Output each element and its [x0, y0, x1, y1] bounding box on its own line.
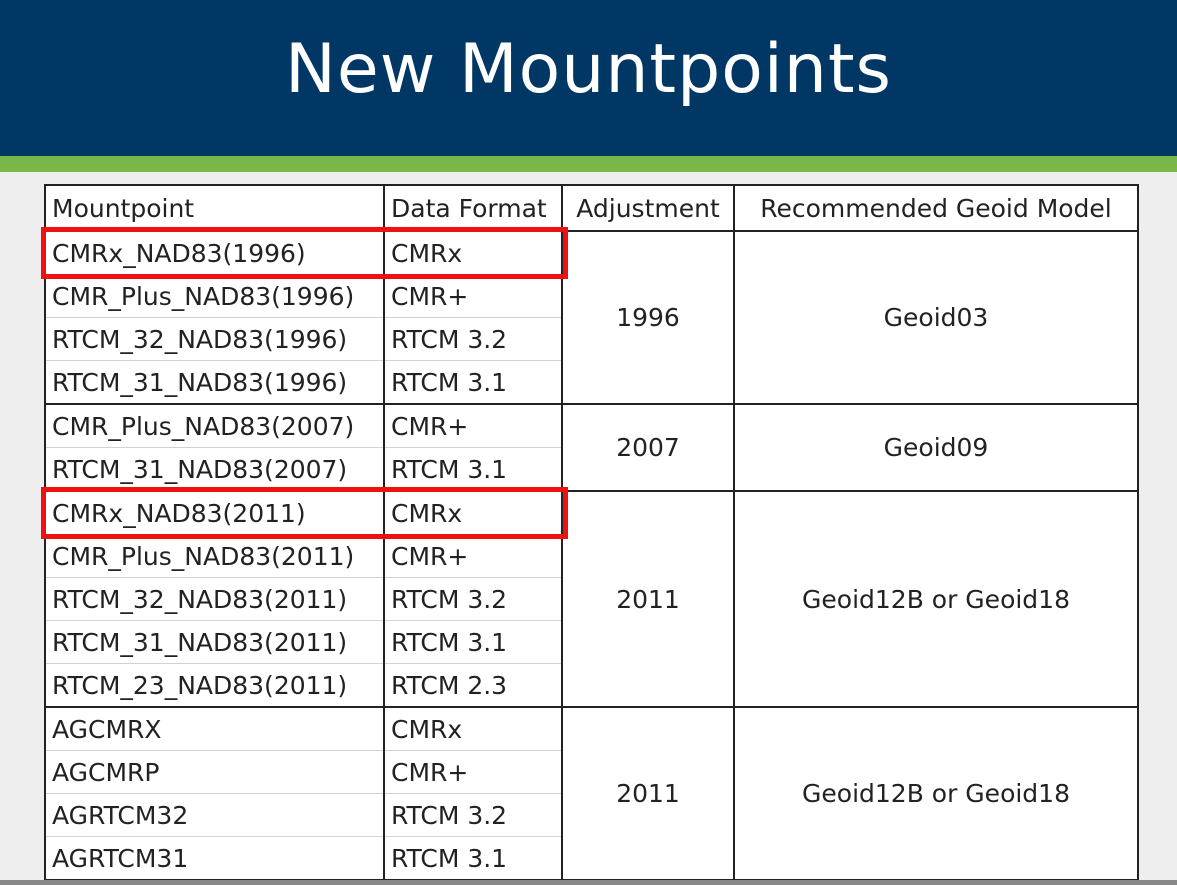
data-format-cell: RTCM 3.1	[383, 360, 563, 405]
data-format-cell: RTCM 3.2	[383, 317, 563, 361]
mountpoint-cell: CMR_Plus_NAD83(2007)	[44, 403, 385, 448]
geoid-model-cell: Geoid03	[733, 230, 1139, 405]
slide-header: New Mountpoints	[0, 0, 1177, 156]
mountpoint-cell: AGCMRP	[44, 750, 385, 794]
geoid-model-cell: Geoid12B or Geoid18	[733, 706, 1139, 881]
data-format-cell: RTCM 3.1	[383, 447, 563, 492]
data-format-cell: RTCM 3.1	[383, 620, 563, 664]
data-format-cell: CMRx	[383, 490, 563, 535]
data-format-cell: RTCM 3.2	[383, 793, 563, 837]
adjustment-cell: 2011	[561, 490, 735, 708]
mountpoint-cell: RTCM_32_NAD83(1996)	[44, 317, 385, 361]
table-header-row: Mountpoint Data Format Adjustment Recomm…	[44, 184, 1139, 232]
table-row: CMRx_NAD83(1996) CMRx 1996 Geoid03	[44, 230, 1139, 405]
mountpoint-cell: CMR_Plus_NAD83(1996)	[44, 274, 385, 318]
geoid-model-cell: Geoid12B or Geoid18	[733, 490, 1139, 708]
slide-title: New Mountpoints	[285, 30, 892, 109]
header-data-format: Data Format	[383, 184, 563, 232]
accent-stripe	[0, 156, 1177, 172]
data-format-cell: CMR+	[383, 750, 563, 794]
table-row: CMRx_NAD83(2011) CMRx 2011 Geoid12B or Geoi…	[44, 490, 1139, 708]
data-format-cell: CMR+	[383, 274, 563, 318]
mountpoint-cell: CMRx_NAD83(2011)	[44, 490, 385, 535]
mountpoint-cell: RTCM_31_NAD83(2011)	[44, 620, 385, 664]
header-recommended-geoid-model: Recommended Geoid Model	[733, 184, 1139, 232]
data-format-cell: RTCM 2.3	[383, 663, 563, 708]
table-row: AGCMRX CMRx 2011 Geoid12B or Geoid18	[44, 706, 1139, 881]
mountpoints-table-container: Mountpoint Data Format Adjustment Recomm…	[44, 184, 1139, 881]
bottom-divider	[0, 880, 1177, 885]
table-body: CMRx_NAD83(1996) CMRx 1996 Geoid03 CMR_Plus_…	[44, 230, 1139, 881]
mountpoint-cell: RTCM_32_NAD83(2011)	[44, 577, 385, 621]
header-mountpoint: Mountpoint	[44, 184, 385, 232]
mountpoint-cell: AGRTCM32	[44, 793, 385, 837]
mountpoint-cell: CMRx_NAD83(1996)	[44, 230, 385, 275]
mountpoint-cell: CMR_Plus_NAD83(2011)	[44, 534, 385, 578]
mountpoint-cell: RTCM_31_NAD83(1996)	[44, 360, 385, 405]
header-adjustment: Adjustment	[561, 184, 735, 232]
data-format-cell: CMRx	[383, 706, 563, 751]
data-format-cell: CMRx	[383, 230, 563, 275]
adjustment-cell: 1996	[561, 230, 735, 405]
mountpoint-cell: RTCM_31_NAD83(2007)	[44, 447, 385, 492]
data-format-cell: CMR+	[383, 403, 563, 448]
geoid-model-cell: Geoid09	[733, 403, 1139, 492]
data-format-cell: RTCM 3.1	[383, 836, 563, 881]
mountpoint-cell: RTCM_23_NAD83(2011)	[44, 663, 385, 708]
table-row: CMR_Plus_NAD83(2007) CMR+ 2007 Geoid09	[44, 403, 1139, 492]
mountpoints-table: Mountpoint Data Format Adjustment Recomm…	[44, 184, 1139, 881]
data-format-cell: RTCM 3.2	[383, 577, 563, 621]
adjustment-cell: 2011	[561, 706, 735, 881]
mountpoint-cell: AGRTCM31	[44, 836, 385, 881]
mountpoint-cell: AGCMRX	[44, 706, 385, 751]
adjustment-cell: 2007	[561, 403, 735, 492]
data-format-cell: CMR+	[383, 534, 563, 578]
